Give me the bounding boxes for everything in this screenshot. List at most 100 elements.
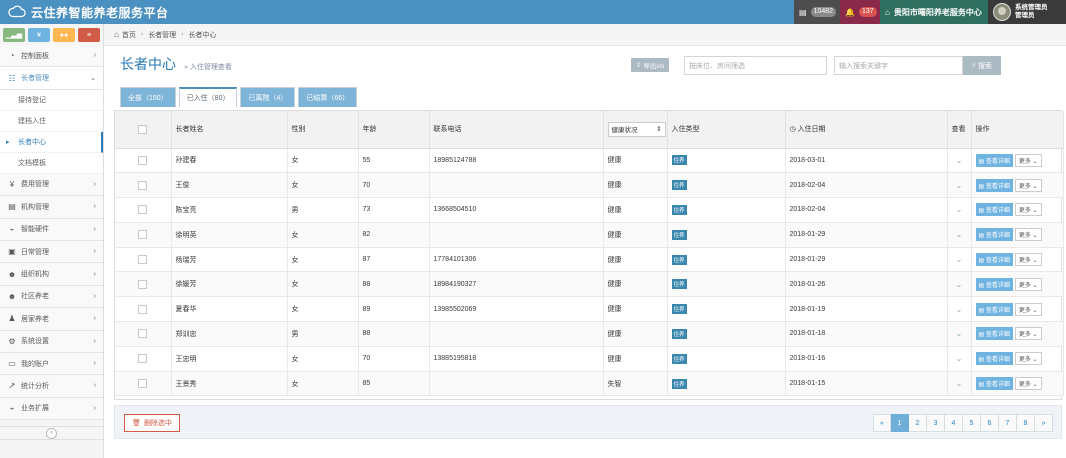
cell-age: 85 <box>358 371 430 397</box>
more-dropdown-button[interactable]: 更多 ⌄ <box>1014 277 1042 291</box>
sidebar-item-settings[interactable]: ⚙ 系统设置 › <box>0 330 103 353</box>
expand-row-icon[interactable]: ⌄ <box>947 222 972 248</box>
breadcrumb-home-link[interactable]: 首页 <box>122 30 136 40</box>
sidebar-item-community[interactable]: ☻ 社区养老 › <box>0 285 103 309</box>
expand-row-icon[interactable]: ⌄ <box>947 296 972 323</box>
sidebar-item-dashboard[interactable]: ◔ 控制面板 › <box>0 45 103 68</box>
more-dropdown-button[interactable]: 更多 ⌄ <box>1014 253 1042 267</box>
page-3-button[interactable]: 3 <box>927 414 945 432</box>
more-dropdown-button[interactable]: 更多 ⌄ <box>1014 352 1042 366</box>
sidebar-item-hardware[interactable]: ⌁ 智能硬件 › <box>0 218 103 241</box>
expand-row-icon[interactable]: ⌄ <box>947 247 972 273</box>
sidebar-subitem-reception[interactable]: 接待登记 <box>0 89 103 111</box>
page-2-button[interactable]: 2 <box>909 414 927 432</box>
more-dropdown-button[interactable]: 更多 ⌄ <box>1014 327 1042 341</box>
row-checkbox[interactable] <box>138 304 148 314</box>
cell-health: 健康 <box>603 321 668 347</box>
page-8-button[interactable]: 8 <box>1017 414 1035 432</box>
group-icon: ☻ <box>7 291 17 301</box>
view-detail-button[interactable]: ▤ 查看详细 <box>975 153 1013 167</box>
health-filter-select[interactable]: 健康状况 ⇕ <box>607 121 666 137</box>
shortcut-users-button[interactable]: ●● <box>53 28 75 42</box>
sidebar-item-extensions[interactable]: ⌁ 业务扩展 › <box>0 397 103 421</box>
row-checkbox[interactable] <box>138 255 148 265</box>
more-dropdown-button[interactable]: 更多 ⌄ <box>1014 228 1042 242</box>
view-detail-button[interactable]: ▤ 查看详细 <box>975 327 1013 341</box>
sidebar-item-institution[interactable]: ▤ 机构管理 › <box>0 196 103 219</box>
more-dropdown-button[interactable]: 更多 ⌄ <box>1014 203 1042 217</box>
page-prev-button[interactable]: « <box>873 414 891 432</box>
row-checkbox[interactable] <box>138 155 148 165</box>
col-name-header[interactable]: 长者姓名 <box>171 111 288 149</box>
view-detail-button[interactable]: ▤ 查看详细 <box>975 302 1013 316</box>
home-icon: ⌂ <box>114 30 119 39</box>
sidebar-item-organization[interactable]: ☻ 组织机构 › <box>0 263 103 286</box>
expand-row-icon[interactable]: ⌄ <box>947 346 972 372</box>
keyword-search-input[interactable]: 输入搜索关键字 <box>834 56 963 75</box>
cell-age: 88 <box>358 321 430 347</box>
page-5-button[interactable]: 5 <box>963 414 981 432</box>
row-checkbox[interactable] <box>138 354 148 364</box>
tab-discharged[interactable]: 已离院（4） <box>240 87 296 107</box>
tab-settled[interactable]: 已结算（66） <box>298 87 358 107</box>
page-next-button[interactable]: » <box>1035 414 1053 432</box>
view-detail-button[interactable]: ▤ 查看详细 <box>975 352 1013 366</box>
more-dropdown-button[interactable]: 更多 ⌄ <box>1014 153 1042 167</box>
notices-button[interactable]: 🔔 137 <box>840 0 880 24</box>
page-6-button[interactable]: 6 <box>981 414 999 432</box>
sidebar-item-daily[interactable]: ▣ 日常管理 › <box>0 240 103 264</box>
row-checkbox[interactable] <box>138 180 148 190</box>
org-switcher[interactable]: ⌂ 贵阳市曙阳养老服务中心 <box>880 0 988 24</box>
bed-filter-input[interactable]: 按床位、房间筛选 <box>684 56 827 75</box>
sidebar-subitem-elder-center[interactable]: 长者中心 <box>0 131 103 153</box>
col-gender-header[interactable]: 性别 <box>287 111 359 149</box>
view-detail-button[interactable]: ▤ 查看详细 <box>975 203 1013 217</box>
col-date-header[interactable]: ◷ 入住日期 <box>785 111 948 149</box>
expand-row-icon[interactable]: ⌄ <box>947 321 972 347</box>
more-dropdown-button[interactable]: 更多 ⌄ <box>1014 302 1042 316</box>
view-detail-button[interactable]: ▤ 查看详细 <box>975 277 1013 291</box>
tab-checked-in[interactable]: 已入住（80） <box>178 87 238 107</box>
view-detail-button[interactable]: ▤ 查看详细 <box>975 178 1013 192</box>
brand[interactable]: 云住养智能养老服务平台 <box>8 3 169 21</box>
more-dropdown-button[interactable]: 更多 ⌄ <box>1014 178 1042 192</box>
expand-row-icon[interactable]: ⌄ <box>947 197 972 223</box>
messages-button[interactable]: ▤ 10482 <box>794 0 840 24</box>
select-all-checkbox[interactable] <box>138 124 148 134</box>
shortcut-yen-button[interactable]: ¥ <box>28 28 50 42</box>
delete-selected-button[interactable]: 🗑 删除选中 <box>124 414 180 432</box>
row-checkbox[interactable] <box>138 279 148 289</box>
col-age-header[interactable]: 年龄 <box>358 111 430 149</box>
sidebar-item-elder-management[interactable]: ☷ 长者管理 ⌄ <box>0 67 103 90</box>
sidebar-subitem-doc-templates[interactable]: 文档模板 <box>0 152 103 174</box>
more-dropdown-button[interactable]: 更多 ⌄ <box>1014 377 1042 391</box>
sidebar-item-my-account[interactable]: ▭ 我的账户 › <box>0 352 103 376</box>
shortcut-list-button[interactable]: ≡ <box>78 28 100 42</box>
expand-row-icon[interactable]: ⌄ <box>947 172 972 199</box>
view-detail-button[interactable]: ▤ 查看详细 <box>975 228 1013 242</box>
page-1-button[interactable]: 1 <box>891 414 909 432</box>
sidebar-item-statistics[interactable]: ↗ 统计分析 › <box>0 375 103 398</box>
view-detail-button[interactable]: ▤ 查看详细 <box>975 253 1013 267</box>
expand-row-icon[interactable]: ⌄ <box>947 371 972 397</box>
sidebar-subitem-check-in[interactable]: 建档入住 <box>0 110 103 132</box>
page-4-button[interactable]: 4 <box>945 414 963 432</box>
sidebar-item-home-care[interactable]: ♟ 居家养老 › <box>0 308 103 331</box>
collapse-sidebar-button[interactable]: « <box>46 427 57 439</box>
row-checkbox[interactable] <box>138 205 148 215</box>
breadcrumb-level1-link[interactable]: 长者管理 <box>148 30 176 40</box>
sidebar-item-fees[interactable]: ¥ 费用管理 › <box>0 173 103 197</box>
row-checkbox[interactable] <box>138 230 148 240</box>
view-detail-button[interactable]: ▤ 查看详细 <box>975 377 1013 391</box>
expand-row-icon[interactable]: ⌄ <box>947 271 972 298</box>
row-checkbox[interactable] <box>138 329 148 339</box>
shortcut-chart-button[interactable]: ▁▃▅ <box>3 28 25 42</box>
search-button[interactable]: ⌕ 搜索 <box>963 56 1001 75</box>
double-chevron-left-icon: « <box>49 430 54 436</box>
export-xls-button[interactable]: ⇪ 导出xls <box>631 58 669 72</box>
page-7-button[interactable]: 7 <box>999 414 1017 432</box>
user-menu[interactable]: 系统管理员 管理员 <box>988 0 1066 24</box>
tab-all[interactable]: 全部（150） <box>120 87 176 107</box>
row-checkbox[interactable] <box>138 379 148 389</box>
expand-row-icon[interactable]: ⌄ <box>947 148 972 174</box>
